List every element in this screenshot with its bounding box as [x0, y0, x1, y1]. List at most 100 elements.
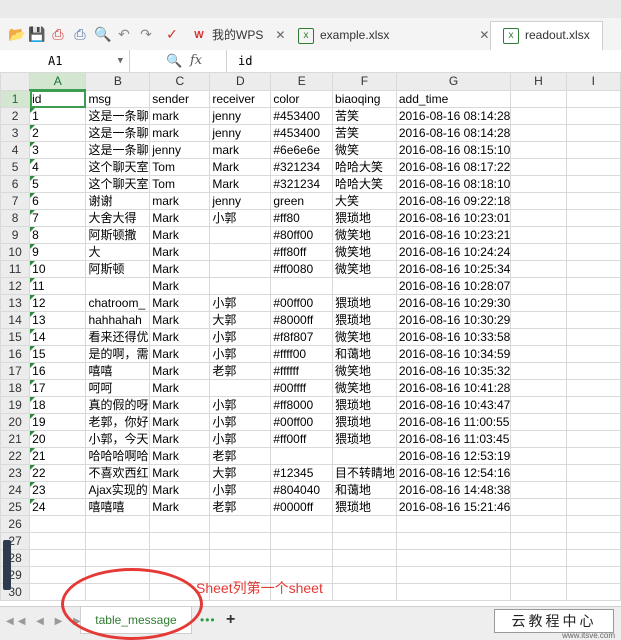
cell-c27[interactable]: [149, 532, 211, 550]
cell-d9[interactable]: [209, 226, 272, 244]
cell-a26[interactable]: [29, 515, 87, 533]
cell-f20[interactable]: 猥琐地: [332, 413, 397, 431]
cell-c11[interactable]: Mark: [149, 260, 211, 278]
row-header[interactable]: 18: [0, 379, 31, 397]
cell-d20[interactable]: 小郭: [209, 413, 272, 431]
cell-g3[interactable]: 2016-08-16 08:14:28: [395, 124, 512, 142]
cell-b2[interactable]: 这是一条聊: [85, 107, 151, 125]
cell-i6[interactable]: [565, 175, 621, 193]
cell-d19[interactable]: 小郭: [209, 396, 272, 414]
cell-a4[interactable]: 3: [29, 141, 87, 159]
cell-c2[interactable]: mark: [149, 107, 211, 125]
cell-i10[interactable]: [565, 243, 621, 261]
cell-i3[interactable]: [565, 124, 621, 142]
cell-b19[interactable]: 真的假的呀: [85, 396, 151, 414]
cell-i24[interactable]: [565, 481, 621, 499]
cell-i9[interactable]: [565, 226, 621, 244]
cell-f3[interactable]: 苦笑: [332, 124, 397, 142]
cell-f27[interactable]: [332, 532, 397, 550]
cell-g2[interactable]: 2016-08-16 08:14:28: [395, 107, 512, 125]
cell-c25[interactable]: Mark: [149, 498, 211, 516]
cell-e24[interactable]: #804040: [270, 481, 334, 499]
cell-e17[interactable]: #ffffff: [270, 362, 334, 380]
cell-d3[interactable]: jenny: [209, 124, 272, 142]
row-header[interactable]: 16: [0, 345, 31, 363]
cell-e6[interactable]: #321234: [270, 175, 334, 193]
cell-h1[interactable]: [510, 89, 567, 108]
column-header-e[interactable]: E: [270, 72, 334, 91]
cell-e13[interactable]: #00ff00: [270, 294, 334, 312]
cell-g8[interactable]: 2016-08-16 10:23:01: [395, 209, 512, 227]
row-header[interactable]: 24: [0, 481, 31, 499]
cell-c20[interactable]: Mark: [149, 413, 211, 431]
cell-g18[interactable]: 2016-08-16 10:41:28: [395, 379, 512, 397]
row-header[interactable]: 1: [0, 89, 31, 108]
cell-d16[interactable]: 小郭: [209, 345, 272, 363]
cell-b1[interactable]: msg: [85, 89, 151, 108]
cell-e3[interactable]: #453400: [270, 124, 334, 142]
cell-g16[interactable]: 2016-08-16 10:34:59: [395, 345, 512, 363]
cell-e5[interactable]: #321234: [270, 158, 334, 176]
cell-f19[interactable]: 猥琐地: [332, 396, 397, 414]
cell-f12[interactable]: [332, 277, 397, 295]
cell-f5[interactable]: 哈哈大笑: [332, 158, 397, 176]
cell-g27[interactable]: [395, 532, 512, 550]
cell-h26[interactable]: [510, 515, 567, 533]
cell-e26[interactable]: [270, 515, 334, 533]
cell-h6[interactable]: [510, 175, 567, 193]
cell-e14[interactable]: #8000ff: [270, 311, 334, 329]
close-tab-icon[interactable]: ✕: [479, 28, 489, 42]
cell-h30[interactable]: [510, 583, 567, 601]
cell-c4[interactable]: jenny: [149, 141, 211, 159]
cell-h5[interactable]: [510, 158, 567, 176]
cell-h18[interactable]: [510, 379, 567, 397]
cell-b13[interactable]: chatroom_: [85, 294, 151, 312]
cell-c14[interactable]: Mark: [149, 311, 211, 329]
cell-f6[interactable]: 哈哈大笑: [332, 175, 397, 193]
cell-c17[interactable]: Mark: [149, 362, 211, 380]
cell-i20[interactable]: [565, 413, 621, 431]
row-header[interactable]: 19: [0, 396, 31, 414]
cell-g6[interactable]: 2016-08-16 08:18:10: [395, 175, 512, 193]
cell-b5[interactable]: 这个聊天室: [85, 158, 151, 176]
cell-e9[interactable]: #80ff00: [270, 226, 334, 244]
cell-c10[interactable]: Mark: [149, 243, 211, 261]
cell-c5[interactable]: Tom: [149, 158, 211, 176]
row-header[interactable]: 12: [0, 277, 31, 295]
cell-b16[interactable]: 是的啊，需: [85, 345, 151, 363]
cell-a22[interactable]: 21: [29, 447, 87, 465]
cell-i22[interactable]: [565, 447, 621, 465]
cell-e22[interactable]: [270, 447, 334, 465]
cell-b3[interactable]: 这是一条聊: [85, 124, 151, 142]
row-header[interactable]: 7: [0, 192, 31, 210]
cell-f16[interactable]: 和蔼地: [332, 345, 397, 363]
cell-g10[interactable]: 2016-08-16 10:24:24: [395, 243, 512, 261]
cell-b27[interactable]: [85, 532, 151, 550]
cell-e20[interactable]: #00ff00: [270, 413, 334, 431]
cell-g9[interactable]: 2016-08-16 10:23:21: [395, 226, 512, 244]
cell-a8[interactable]: 7: [29, 209, 87, 227]
row-header[interactable]: 26: [0, 515, 31, 533]
cell-c22[interactable]: Mark: [149, 447, 211, 465]
cell-i21[interactable]: [565, 430, 621, 448]
cell-d27[interactable]: [209, 532, 272, 550]
cell-e2[interactable]: #453400: [270, 107, 334, 125]
row-header[interactable]: 22: [0, 447, 31, 465]
cell-i15[interactable]: [565, 328, 621, 346]
cell-a27[interactable]: [29, 532, 87, 550]
cell-g7[interactable]: 2016-08-16 09:22:18: [395, 192, 512, 210]
cell-d7[interactable]: jenny: [209, 192, 272, 210]
row-header[interactable]: 8: [0, 209, 31, 227]
cell-i11[interactable]: [565, 260, 621, 278]
row-header[interactable]: 3: [0, 124, 31, 142]
cell-d21[interactable]: 小郭: [209, 430, 272, 448]
cell-i7[interactable]: [565, 192, 621, 210]
name-box[interactable]: A1 ▼: [0, 50, 130, 72]
scroll-indicator[interactable]: [3, 540, 11, 590]
cell-h29[interactable]: [510, 566, 567, 584]
tab-example-xlsx[interactable]: x example.xlsx ✕: [298, 22, 489, 48]
row-header[interactable]: 13: [0, 294, 31, 312]
cell-a1[interactable]: id: [29, 89, 87, 108]
cell-c9[interactable]: Mark: [149, 226, 211, 244]
column-header-c[interactable]: C: [149, 72, 211, 91]
